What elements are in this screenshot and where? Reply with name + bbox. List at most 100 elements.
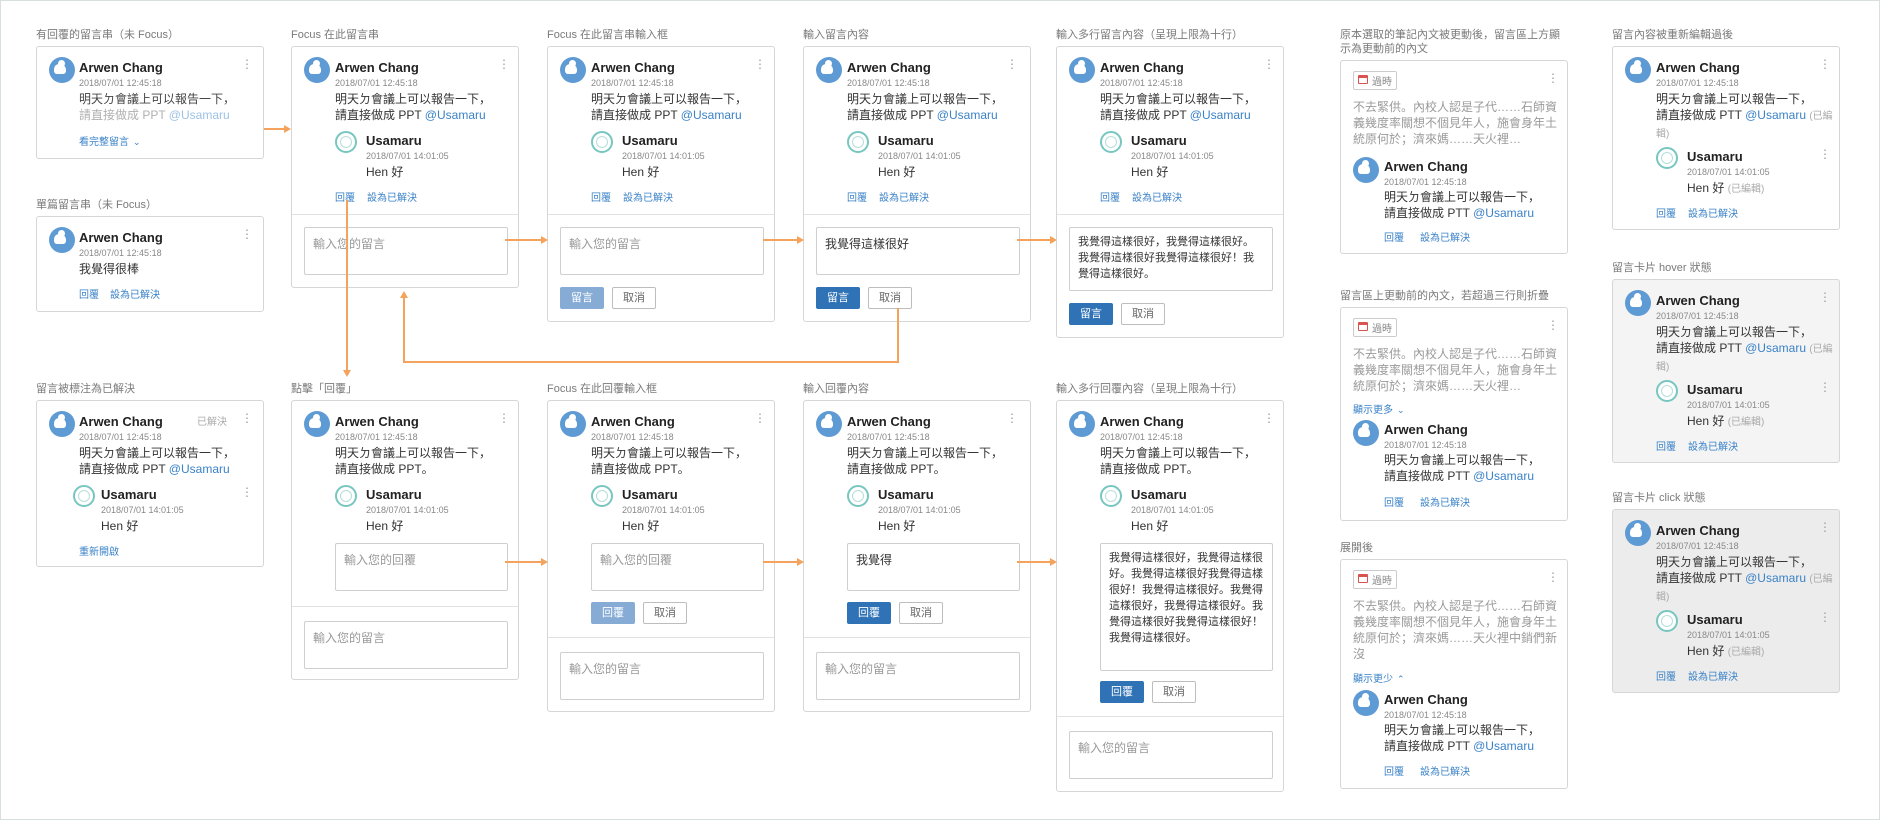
reply-link[interactable]: 回覆 (1656, 668, 1676, 683)
reply-link[interactable]: 回覆 (1384, 229, 1404, 244)
resolve-link[interactable]: 設為已解決 (110, 286, 160, 301)
reply-link[interactable]: 回覆 (847, 189, 867, 204)
more-menu-icon[interactable]: ⋮ (1263, 412, 1275, 424)
reply-author-name: Usamaru (366, 133, 422, 148)
reply-text: Hen 好 (878, 165, 916, 179)
cancel-button[interactable]: 取消 (1152, 681, 1196, 703)
comment-card-reply-clicked[interactable]: Arwen Chang 2018/07/01 12:45:18 ⋮ 明天ㄉ會議上… (291, 400, 519, 680)
avatar (1625, 57, 1651, 83)
comment-input[interactable]: 輸入您的留言 (560, 227, 764, 275)
reply-more-menu-icon[interactable]: ⋮ (1819, 148, 1831, 160)
avatar (1069, 411, 1095, 437)
comment-input[interactable]: 輸入您的留言 (1069, 731, 1273, 779)
comment-card-unfocused[interactable]: Arwen Chang 2018/07/01 12:45:18 ⋮ 明天ㄉ會議上… (36, 46, 264, 159)
resolve-link[interactable]: 設為已解決 (1420, 763, 1470, 778)
reply-submit-button[interactable]: 回覆 (591, 602, 635, 624)
comment-card-reply-typing[interactable]: Arwen Chang 2018/07/01 12:45:18 ⋮ 明天ㄉ會議上… (803, 400, 1031, 712)
comment-card-reply-input-focused[interactable]: Arwen Chang 2018/07/01 12:45:18 ⋮ 明天ㄉ會議上… (547, 400, 775, 712)
reply-input[interactable]: 輸入您的回覆 (591, 543, 764, 591)
comment-card-outdated-expanded[interactable]: 過時 ⋮ 不去緊供。內校人認是子代……石師資義幾度率關想不個見年人，施會身年土統… (1340, 559, 1568, 789)
comment-submit-button[interactable]: 留言 (1069, 303, 1113, 325)
more-menu-icon[interactable]: ⋮ (754, 58, 766, 70)
flow-arrow-line (505, 561, 541, 563)
more-menu-icon[interactable]: ⋮ (1547, 72, 1559, 84)
comment-card-resolved[interactable]: Arwen Chang 2018/07/01 12:45:18 已解決 ⋮ 明天… (36, 400, 264, 567)
comment-input[interactable]: 輸入您的留言 (304, 227, 508, 275)
more-menu-icon[interactable]: ⋮ (498, 58, 510, 70)
comment-card-reply-multiline[interactable]: Arwen Chang 2018/07/01 12:45:18 ⋮ 明天ㄉ會議上… (1056, 400, 1284, 792)
timestamp: 2018/07/01 12:45:18 (1656, 78, 1739, 88)
cancel-button[interactable]: 取消 (868, 287, 912, 309)
reply-avatar (1656, 610, 1678, 632)
resolve-link[interactable]: 設為已解決 (1420, 229, 1470, 244)
more-menu-icon[interactable]: ⋮ (1819, 291, 1831, 303)
comment-input[interactable]: 輸入您的留言 (304, 621, 508, 669)
resolve-link[interactable]: 設為已解決 (879, 189, 929, 204)
cancel-button[interactable]: 取消 (643, 602, 687, 624)
reply-link[interactable]: 回覆 (1656, 438, 1676, 453)
show-more-link[interactable]: 顯示更多 ⌄ (1353, 401, 1405, 416)
cancel-button[interactable]: 取消 (1121, 303, 1165, 325)
more-menu-icon[interactable]: ⋮ (1547, 319, 1559, 331)
show-less-link[interactable]: 顯示更少 ⌃ (1353, 670, 1405, 685)
comment-card-input-focused[interactable]: Arwen Chang 2018/07/01 12:45:18 ⋮ 明天ㄉ會議上… (547, 46, 775, 322)
reply-input[interactable]: 我覺得這樣很好，我覺得這樣很好。我覺得這樣很好我覺得這樣很好！我覺得這樣很好。我… (1100, 543, 1273, 671)
reply-timestamp: 2018/07/01 14:01:05 (622, 505, 705, 515)
reply-more-menu-icon[interactable]: ⋮ (241, 486, 253, 498)
comment-card-click[interactable]: Arwen Chang 2018/07/01 12:45:18 ⋮ 明天ㄉ會議上… (1612, 509, 1840, 693)
comment-input[interactable]: 我覺得這樣很好 (816, 227, 1020, 275)
more-menu-icon[interactable]: ⋮ (754, 412, 766, 424)
cancel-button[interactable]: 取消 (899, 602, 943, 624)
resolve-link[interactable]: 設為已解決 (1688, 205, 1738, 220)
comment-card-hover[interactable]: Arwen Chang 2018/07/01 12:45:18 ⋮ 明天ㄉ會議上… (1612, 279, 1840, 463)
resolve-link[interactable]: 設為已解決 (1688, 668, 1738, 683)
reply-input[interactable]: 輸入您的回覆 (335, 543, 508, 591)
more-menu-icon[interactable]: ⋮ (241, 412, 253, 424)
resolve-link[interactable]: 設為已解決 (367, 189, 417, 204)
divider (1057, 716, 1283, 717)
show-full-comment-link[interactable]: 看完整留言 ⌄ (79, 133, 141, 148)
more-menu-icon[interactable]: ⋮ (1006, 412, 1018, 424)
reply-link[interactable]: 回覆 (1384, 763, 1404, 778)
timestamp: 2018/07/01 12:45:18 (1384, 710, 1467, 720)
comment-card-edited[interactable]: Arwen Chang 2018/07/01 12:45:18 ⋮ 明天ㄉ會議上… (1612, 46, 1840, 230)
resolve-link[interactable]: 設為已解決 (1688, 438, 1738, 453)
comment-card-single[interactable]: Arwen Chang 2018/07/01 12:45:18 ⋮ 我覺得很棒 … (36, 216, 264, 312)
more-menu-icon[interactable]: ⋮ (1006, 58, 1018, 70)
reply-link[interactable]: 回覆 (1384, 494, 1404, 509)
outdated-context-text: 不去緊供。內校人認是子代……石師資義幾度率關想不個見年人，施會身年土統原何於；濟… (1353, 599, 1558, 661)
reopen-link[interactable]: 重新開啟 (79, 543, 119, 558)
reply-input[interactable]: 我覺得 (847, 543, 1020, 591)
more-menu-icon[interactable]: ⋮ (1819, 58, 1831, 70)
more-menu-icon[interactable]: ⋮ (1819, 521, 1831, 533)
reply-submit-button[interactable]: 回覆 (847, 602, 891, 624)
more-menu-icon[interactable]: ⋮ (498, 412, 510, 424)
more-menu-icon[interactable]: ⋮ (241, 228, 253, 240)
reply-link[interactable]: 回覆 (591, 189, 611, 204)
resolve-link[interactable]: 設為已解決 (1132, 189, 1182, 204)
reply-submit-button[interactable]: 回覆 (1100, 681, 1144, 703)
comment-card-typing[interactable]: Arwen Chang 2018/07/01 12:45:18 ⋮ 明天ㄉ會議上… (803, 46, 1031, 322)
comment-card-outdated[interactable]: 過時 ⋮ 不去緊供。內校人認是子代……石師資義幾度率關想不個見年人，施會身年土統… (1340, 60, 1568, 254)
reply-link[interactable]: 回覆 (79, 286, 99, 301)
cancel-button[interactable]: 取消 (612, 287, 656, 309)
comment-input[interactable]: 輸入您的留言 (816, 652, 1020, 700)
edited-tag: (已編輯) (1727, 184, 1765, 195)
resolve-link[interactable]: 設為已解決 (623, 189, 673, 204)
reply-more-menu-icon[interactable]: ⋮ (1819, 611, 1831, 623)
comment-card-multiline[interactable]: Arwen Chang 2018/07/01 12:45:18 ⋮ 明天ㄉ會議上… (1056, 46, 1284, 338)
reply-more-menu-icon[interactable]: ⋮ (1819, 381, 1831, 393)
comment-submit-button[interactable]: 留言 (816, 287, 860, 309)
reply-link[interactable]: 回覆 (335, 189, 355, 204)
comment-input[interactable]: 輸入您的留言 (560, 652, 764, 700)
resolve-link[interactable]: 設為已解決 (1420, 494, 1470, 509)
more-menu-icon[interactable]: ⋮ (1263, 58, 1275, 70)
comment-card-focused[interactable]: Arwen Chang 2018/07/01 12:45:18 ⋮ 明天ㄉ會議上… (291, 46, 519, 288)
more-menu-icon[interactable]: ⋮ (241, 58, 253, 70)
comment-card-outdated-collapsed[interactable]: 過時 ⋮ 不去緊供。內校人認是子代……石師資義幾度率關想不個見年人，施會身年土統… (1340, 307, 1568, 521)
comment-input[interactable]: 我覺得這樣很好，我覺得這樣很好。我覺得這樣很好我覺得這樣很好！我覺得這樣很好。 (1069, 227, 1273, 291)
reply-link[interactable]: 回覆 (1100, 189, 1120, 204)
reply-link[interactable]: 回覆 (1656, 205, 1676, 220)
more-menu-icon[interactable]: ⋮ (1547, 571, 1559, 583)
comment-submit-button[interactable]: 留言 (560, 287, 604, 309)
